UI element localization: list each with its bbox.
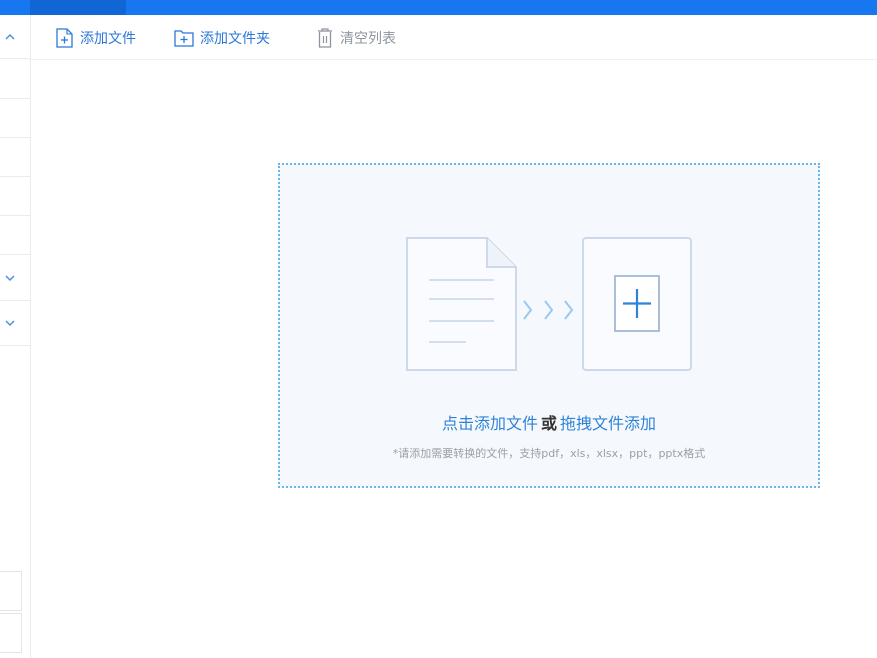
sidebar-collapsed-section[interactable] — [0, 255, 30, 301]
sidebar-item[interactable] — [0, 216, 30, 255]
chevron-down-icon[interactable] — [4, 317, 16, 329]
or-text: 或 — [540, 414, 557, 433]
sidebar-item[interactable] — [0, 99, 30, 138]
active-tab[interactable] — [30, 0, 126, 15]
sidebar-section-header[interactable] — [0, 15, 30, 59]
file-plus-icon — [56, 28, 73, 48]
add-folder-label: 添加文件夹 — [200, 31, 270, 47]
file-drop-zone[interactable]: 点击添加文件或拖拽文件添加 *请添加需要转换的文件，支持pdf，xls，xlsx… — [278, 163, 820, 488]
document-icon — [406, 237, 517, 371]
plus-box-icon — [582, 237, 692, 371]
chevron-up-icon[interactable] — [4, 31, 16, 43]
add-file-button[interactable]: 添加文件 — [55, 27, 136, 49]
clear-list-label: 清空列表 — [340, 31, 396, 47]
folder-plus-icon — [174, 30, 194, 47]
drop-illustration — [406, 237, 692, 371]
add-file-label: 添加文件 — [80, 31, 136, 47]
sidebar-item[interactable] — [0, 59, 30, 99]
sidebar-box[interactable] — [0, 613, 22, 653]
sidebar-collapsed-section[interactable] — [0, 301, 30, 346]
title-bar — [0, 0, 877, 15]
supported-formats-hint: *请添加需要转换的文件，支持pdf，xls，xlsx，ppt，pptx格式 — [392, 447, 706, 460]
drop-zone-title: 点击添加文件或拖拽文件添加 — [280, 410, 818, 434]
sidebar-item[interactable] — [0, 138, 30, 177]
clear-list-button[interactable]: 清空列表 — [315, 27, 396, 49]
trash-icon — [318, 28, 332, 48]
sidebar — [0, 15, 31, 658]
drag-add-file-link[interactable]: 拖拽文件添加 — [560, 414, 656, 433]
chevron-right-icon — [523, 300, 574, 320]
chevron-down-icon[interactable] — [4, 272, 16, 284]
add-folder-button[interactable]: 添加文件夹 — [173, 27, 270, 49]
sidebar-box[interactable] — [0, 571, 22, 611]
click-add-file-link[interactable]: 点击添加文件 — [442, 414, 538, 433]
sidebar-item[interactable] — [0, 177, 30, 216]
toolbar: 添加文件 添加文件夹 清空列表 — [31, 15, 877, 60]
